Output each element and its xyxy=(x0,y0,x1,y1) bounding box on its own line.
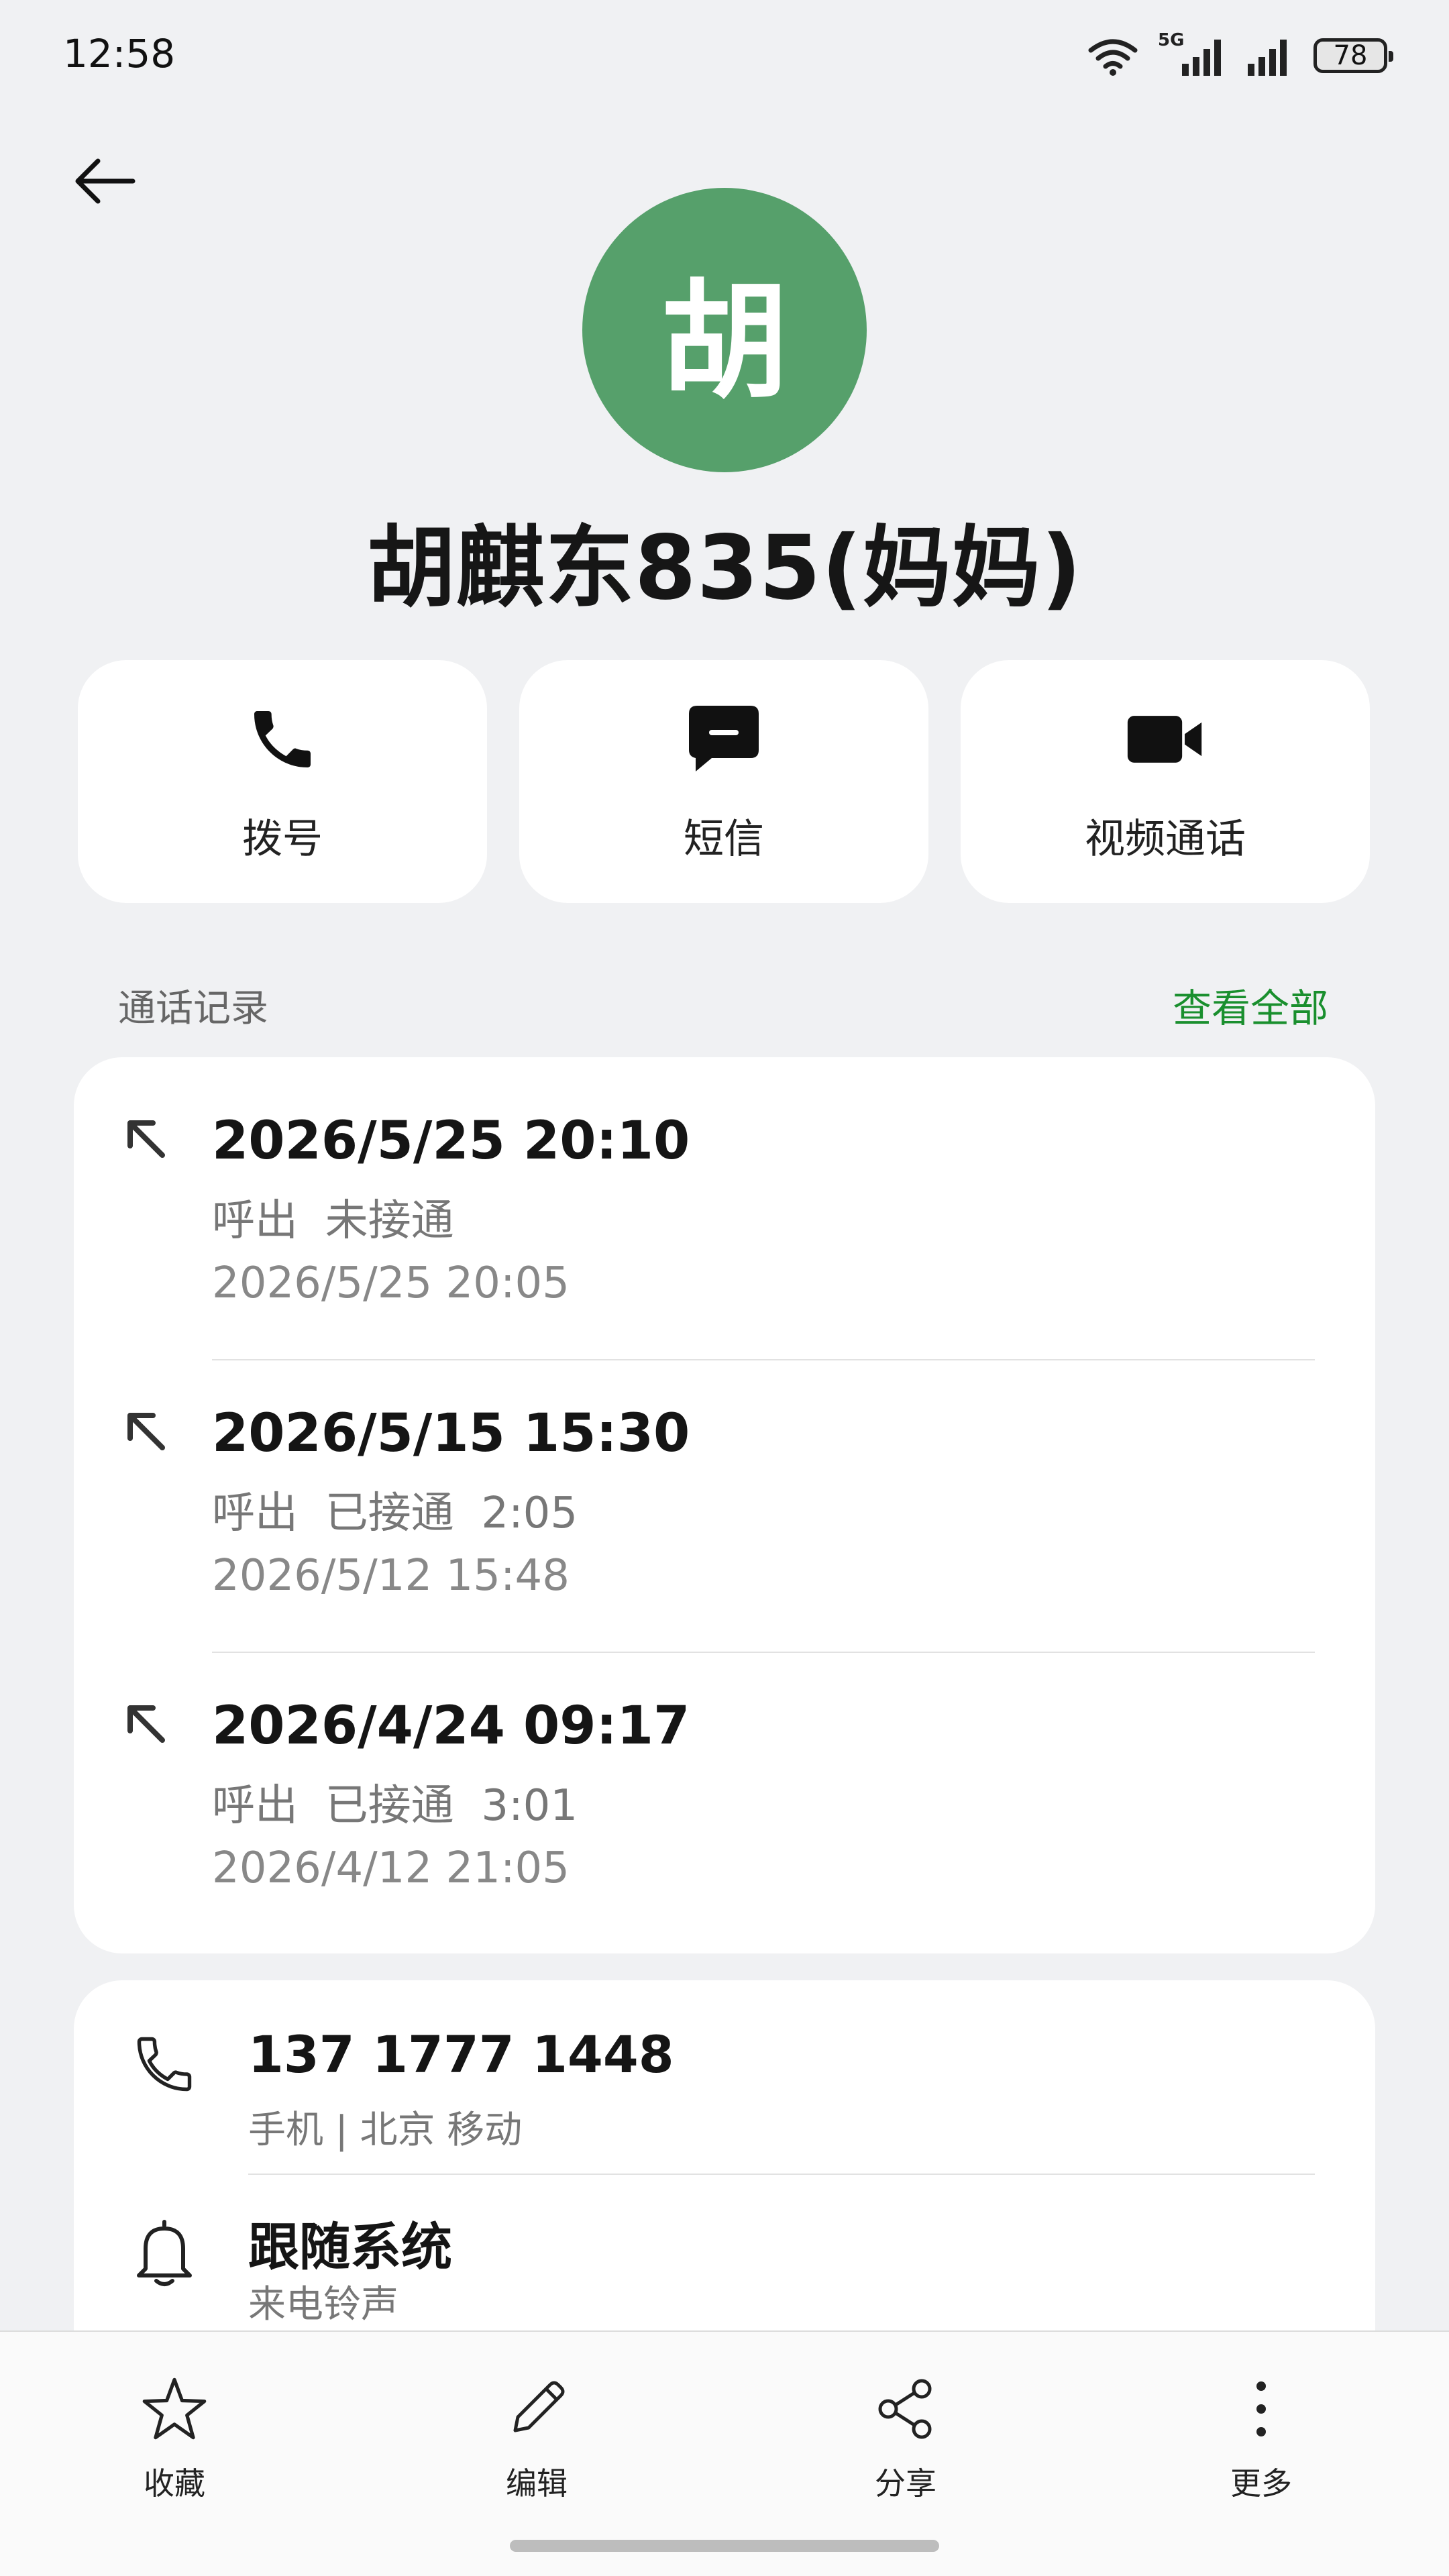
dial-label: 拨号 xyxy=(242,815,323,863)
call-time: 2026/5/15 15:30 xyxy=(212,1403,690,1464)
wifi-icon xyxy=(1088,39,1138,76)
cellular-signal-5g-icon: 5G xyxy=(1158,30,1225,77)
battery-level: 78 xyxy=(1333,40,1368,71)
more-label: 更多 xyxy=(1230,2465,1292,2502)
call-status: 呼出 未接通 xyxy=(212,1196,454,1246)
call-log-item[interactable]: 2026/4/24 09:17 呼出 已接通 3:01 2026/4/12 21… xyxy=(74,1642,1375,1935)
edit-label: 编辑 xyxy=(506,2465,568,2502)
avatar-letter: 胡 xyxy=(660,267,788,416)
outgoing-call-arrow-icon xyxy=(127,1413,165,1450)
outgoing-call-arrow-icon xyxy=(127,1120,165,1158)
share-label: 分享 xyxy=(875,2465,936,2502)
edit-button[interactable]: 编辑 xyxy=(449,2372,624,2504)
quick-actions: 拨号 短信 视频通话 xyxy=(78,660,1370,903)
battery-icon: 78 xyxy=(1313,38,1393,73)
call-log-item[interactable]: 2026/5/15 15:30 呼出 已接通 2:05 2026/5/12 15… xyxy=(74,1350,1375,1642)
call-log-item[interactable]: 2026/5/25 20:10 呼出 未接通 2026/5/25 20:05 xyxy=(74,1057,1375,1350)
call-time: 2026/4/24 09:17 xyxy=(212,1696,690,1756)
share-icon xyxy=(869,2372,943,2446)
call-sub-time: 2026/5/25 20:05 xyxy=(212,1258,570,1308)
avatar: 胡 xyxy=(582,188,867,472)
video-call-label: 视频通话 xyxy=(1085,815,1246,863)
star-icon xyxy=(138,2372,211,2446)
favorite-button[interactable]: 收藏 xyxy=(87,2372,262,2504)
phone-outline-icon xyxy=(127,2027,201,2101)
video-call-button[interactable]: 视频通话 xyxy=(961,660,1370,903)
ringtone-value: 跟随系统 xyxy=(248,2217,452,2277)
cellular-signal-icon xyxy=(1248,40,1287,76)
phone-number: 137 1777 1448 xyxy=(248,2025,674,2084)
arrow-left-icon xyxy=(75,158,136,204)
status-icons: 5G 78 xyxy=(1088,30,1393,79)
call-status: 呼出 已接通 2:05 xyxy=(212,1489,578,1538)
phone-icon xyxy=(242,699,323,780)
video-camera-icon xyxy=(1125,699,1205,780)
bell-icon xyxy=(127,2215,201,2289)
call-log-card: 2026/5/25 20:10 呼出 未接通 2026/5/25 20:05 2… xyxy=(74,1057,1375,1953)
view-all-link[interactable]: 查看全部 xyxy=(1173,977,1328,1033)
call-sub-time: 2026/4/12 21:05 xyxy=(212,1843,570,1893)
ringtone-label: 来电铃声 xyxy=(248,2283,398,2326)
home-indicator[interactable] xyxy=(510,2540,939,2552)
phone-detail: 手机 | 北京 移动 xyxy=(248,2108,523,2152)
call-log-title: 通话记录 xyxy=(118,987,268,1030)
ringtone-row[interactable]: 跟随系统 来电铃声 xyxy=(74,2175,1375,2349)
share-button[interactable]: 分享 xyxy=(818,2372,993,2504)
dial-button[interactable]: 拨号 xyxy=(78,660,487,903)
status-time: 12:58 xyxy=(63,31,176,76)
back-button[interactable] xyxy=(64,148,145,215)
contact-name: 胡麒东835(妈妈) xyxy=(366,517,1083,620)
sms-label: 短信 xyxy=(684,815,764,863)
more-vertical-icon xyxy=(1224,2372,1298,2446)
more-button[interactable]: 更多 xyxy=(1174,2372,1348,2504)
message-icon xyxy=(684,699,764,780)
sms-button[interactable]: 短信 xyxy=(519,660,928,903)
call-sub-time: 2026/5/12 15:48 xyxy=(212,1551,570,1601)
phone-number-row[interactable]: 137 1777 1448 手机 | 北京 移动 xyxy=(74,1980,1375,2155)
call-time: 2026/5/25 20:10 xyxy=(212,1111,690,1171)
contact-detail-screen: 12:58 5G 78 胡 胡麒东835(妈妈) 拨号 短信 视频通话 通话记录… xyxy=(0,0,1449,2576)
pencil-icon xyxy=(500,2372,574,2446)
call-status: 呼出 已接通 3:01 xyxy=(212,1781,578,1831)
outgoing-call-arrow-icon xyxy=(127,1705,165,1743)
favorite-label: 收藏 xyxy=(144,2465,205,2502)
status-bar: 12:58 5G 78 xyxy=(0,0,1449,114)
